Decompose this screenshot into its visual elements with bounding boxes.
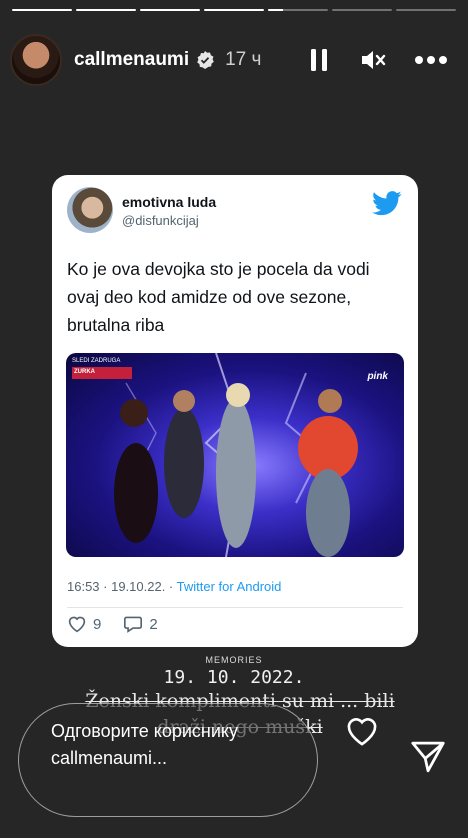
reply-bubble-icon bbox=[124, 616, 143, 633]
reply-count: 2 bbox=[149, 615, 158, 633]
speaker-muted-icon bbox=[362, 51, 386, 69]
photo-overlay-top: SLEDI ZADRUGA bbox=[72, 358, 121, 364]
tweet-photo-scene bbox=[72, 353, 358, 557]
progress-segment bbox=[12, 9, 72, 11]
divider bbox=[67, 607, 403, 608]
tweet-text: Ko je ova devojka sto je pocela da vodi … bbox=[67, 259, 370, 335]
heart-icon bbox=[68, 616, 86, 633]
time-ago: 17 ч bbox=[225, 49, 262, 70]
heart-icon bbox=[347, 718, 377, 746]
pause-icon bbox=[311, 49, 327, 71]
story-header: callmenaumi 17 ч bbox=[10, 32, 448, 88]
like-count: 9 bbox=[93, 615, 102, 633]
more-dots-icon bbox=[415, 56, 447, 64]
tweet-photo: SLEDI ZADRUGA ZURKA pink bbox=[66, 353, 404, 557]
progress-segment bbox=[140, 9, 200, 11]
more-button[interactable] bbox=[414, 55, 448, 65]
verified-badge-icon bbox=[197, 51, 214, 69]
tweet-card: emotivna luda @disfunkcijaj Ko je ova de… bbox=[52, 175, 418, 647]
pause-button[interactable] bbox=[310, 48, 328, 72]
tweet-timestamp: 16:53 · 19.10.22. · bbox=[67, 579, 177, 594]
twitter-bird-icon bbox=[372, 191, 402, 216]
tweet-author-handle: @disfunkcijaj bbox=[122, 213, 199, 228]
tweet-actions: 9 2 bbox=[67, 615, 180, 633]
story-progress bbox=[12, 9, 456, 11]
send-button[interactable] bbox=[410, 740, 446, 779]
tweet-source: Twitter for Android bbox=[176, 579, 282, 594]
username[interactable]: callmenaumi bbox=[74, 49, 189, 71]
memories-date: 19. 10. 2022. bbox=[163, 667, 305, 688]
like-story-button[interactable] bbox=[344, 715, 380, 752]
progress-segment bbox=[76, 9, 136, 11]
progress-segment bbox=[396, 9, 456, 11]
tweet-footer: 16:53 · 19.10.22. · Twitter for Android bbox=[67, 579, 281, 594]
photo-logo: pink bbox=[367, 371, 388, 382]
avatar[interactable] bbox=[10, 34, 62, 86]
tweet-author-name: emotivna luda bbox=[122, 194, 217, 210]
photo-overlay-bottom: ZURKA bbox=[74, 369, 95, 375]
progress-segment bbox=[204, 9, 264, 11]
send-icon bbox=[411, 741, 445, 773]
progress-segment-current bbox=[268, 9, 328, 11]
reply-input[interactable]: Одговорите кориснику callmenaumi... bbox=[18, 703, 318, 817]
mute-button[interactable] bbox=[360, 48, 388, 72]
memories-label: MEMORIES bbox=[205, 655, 263, 665]
progress-segment bbox=[332, 9, 392, 11]
tweet-avatar bbox=[67, 187, 113, 233]
